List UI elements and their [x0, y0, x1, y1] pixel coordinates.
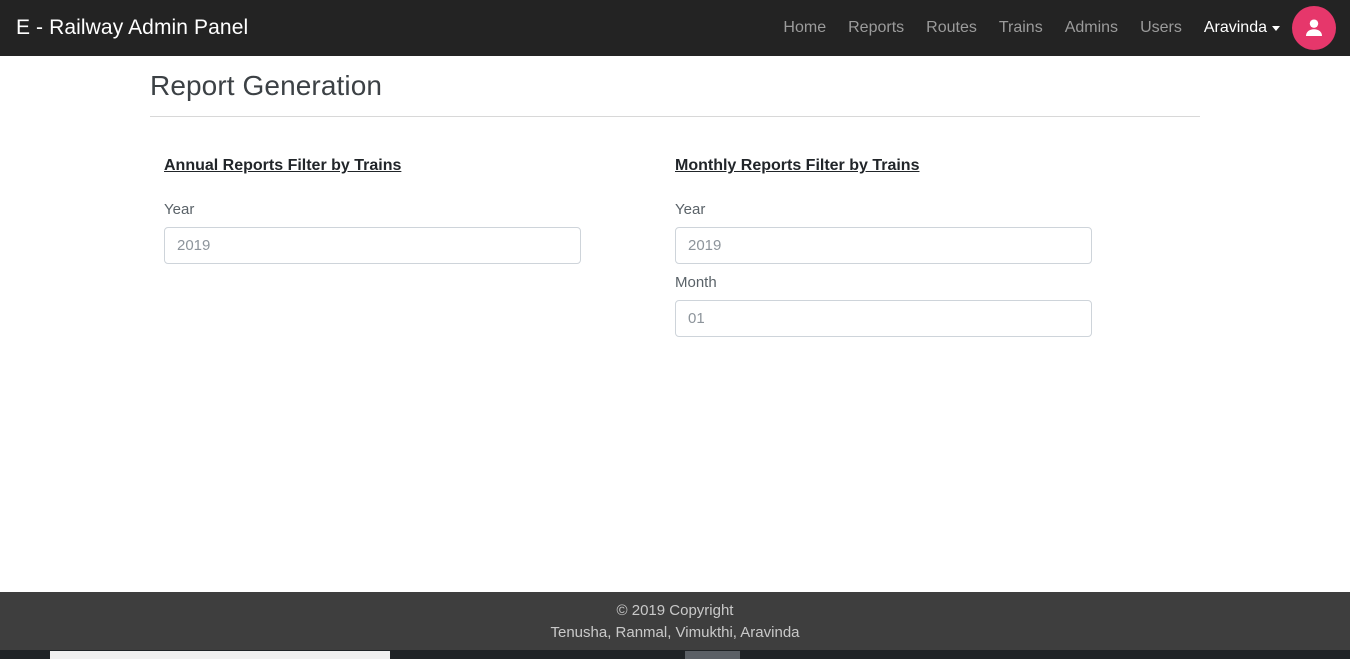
monthly-month-input[interactable] — [675, 300, 1092, 337]
monthly-year-input[interactable] — [675, 227, 1092, 264]
user-menu-label: Aravinda — [1203, 19, 1267, 36]
footer-authors: Tenusha, Ranmal, Vimukthi, Aravinda — [550, 623, 800, 641]
annual-year-field-group: Year — [164, 201, 649, 264]
page-footer: © 2019 Copyright Tenusha, Ranmal, Vimukt… — [0, 592, 1350, 650]
monthly-month-field-group: Month — [675, 274, 1160, 337]
top-navbar: E - Railway Admin Panel Home Reports Rou… — [0, 0, 1350, 56]
user-avatar-icon — [1305, 19, 1323, 37]
user-avatar-button[interactable] — [1292, 6, 1336, 50]
nav-item-users[interactable]: Users — [1129, 0, 1193, 56]
user-menu-toggle[interactable]: Aravinda — [1193, 19, 1284, 37]
main-content: Report Generation Annual Reports Filter … — [0, 56, 1350, 592]
annual-year-input[interactable] — [164, 227, 581, 264]
nav-item-reports[interactable]: Reports — [837, 0, 915, 56]
annual-year-label: Year — [164, 201, 195, 218]
os-taskbar — [0, 650, 1350, 659]
monthly-reports-column: Monthly Reports Filter by Trains Year Mo… — [675, 157, 1186, 347]
filters-row: Annual Reports Filter by Trains Year Mon… — [150, 157, 1200, 347]
taskbar-window-item[interactable] — [685, 651, 740, 659]
nav-item-trains[interactable]: Trains — [988, 0, 1054, 56]
nav-item-routes[interactable]: Routes — [915, 0, 988, 56]
annual-reports-column: Annual Reports Filter by Trains Year — [164, 157, 675, 347]
chevron-down-icon — [1272, 26, 1280, 31]
nav-item-home[interactable]: Home — [772, 0, 837, 56]
nav-item-admins[interactable]: Admins — [1054, 0, 1129, 56]
monthly-year-field-group: Year — [675, 201, 1160, 264]
footer-copyright: © 2019 Copyright — [616, 601, 734, 619]
navbar-brand[interactable]: E - Railway Admin Panel — [16, 16, 248, 40]
monthly-month-label: Month — [675, 274, 717, 291]
navbar-links: Home Reports Routes Trains Admins Users … — [772, 0, 1336, 56]
app-page: E - Railway Admin Panel Home Reports Rou… — [0, 0, 1350, 659]
monthly-year-label: Year — [675, 201, 706, 218]
taskbar-active-window[interactable] — [50, 651, 390, 659]
content-container: Report Generation Annual Reports Filter … — [150, 56, 1200, 347]
monthly-section-title: Monthly Reports Filter by Trains — [675, 157, 920, 174]
annual-section-title: Annual Reports Filter by Trains — [164, 157, 402, 174]
page-title: Report Generation — [150, 70, 383, 101]
title-divider — [150, 116, 1200, 117]
